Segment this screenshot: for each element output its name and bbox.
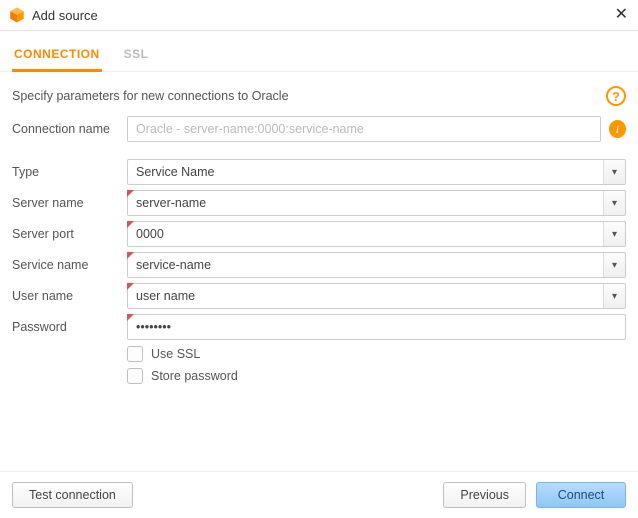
window-title: Add source xyxy=(32,8,98,23)
cube-icon xyxy=(8,6,26,24)
row-type: Type ▾ xyxy=(12,159,626,185)
label-password: Password xyxy=(12,320,127,334)
content: Specify parameters for new connections t… xyxy=(0,72,638,398)
label-connection-name: Connection name xyxy=(12,122,127,136)
row-password: Password xyxy=(12,314,626,340)
spec-row: Specify parameters for new connections t… xyxy=(12,86,626,106)
tab-bar: CONNECTION SSL xyxy=(0,31,638,72)
connection-name-input[interactable] xyxy=(127,116,601,142)
use-ssl-checkbox[interactable] xyxy=(127,346,143,362)
spec-text: Specify parameters for new connections t… xyxy=(12,89,289,103)
label-service-name: Service name xyxy=(12,258,127,272)
connect-button[interactable]: Connect xyxy=(536,482,626,508)
password-input[interactable] xyxy=(127,314,626,340)
previous-button[interactable]: Previous xyxy=(443,482,526,508)
label-type: Type xyxy=(12,165,127,179)
help-icon[interactable]: ? xyxy=(606,86,626,106)
row-service-name: Service name ▾ xyxy=(12,252,626,278)
close-icon[interactable]: ✕ xyxy=(615,7,628,23)
label-server-name: Server name xyxy=(12,196,127,210)
row-use-ssl: Use SSL xyxy=(127,346,626,362)
label-store-password: Store password xyxy=(151,369,238,383)
tab-ssl[interactable]: SSL xyxy=(122,41,151,71)
row-server-port: Server port ▾ xyxy=(12,221,626,247)
label-use-ssl: Use SSL xyxy=(151,347,200,361)
store-password-checkbox[interactable] xyxy=(127,368,143,384)
row-connection-name: Connection name i xyxy=(12,116,626,142)
info-icon[interactable]: i xyxy=(609,120,626,138)
titlebar: Add source ✕ xyxy=(0,0,638,31)
row-store-password: Store password xyxy=(127,368,626,384)
titlebar-left: Add source xyxy=(8,6,98,24)
label-user-name: User name xyxy=(12,289,127,303)
server-name-input[interactable] xyxy=(127,190,626,216)
footer: Test connection Previous Connect xyxy=(0,471,638,518)
row-server-name: Server name ▾ xyxy=(12,190,626,216)
type-select[interactable] xyxy=(127,159,626,185)
server-port-input[interactable] xyxy=(127,221,626,247)
service-name-input[interactable] xyxy=(127,252,626,278)
user-name-input[interactable] xyxy=(127,283,626,309)
test-connection-button[interactable]: Test connection xyxy=(12,482,133,508)
label-server-port: Server port xyxy=(12,227,127,241)
tab-connection[interactable]: CONNECTION xyxy=(12,41,102,71)
row-user-name: User name ▾ xyxy=(12,283,626,309)
